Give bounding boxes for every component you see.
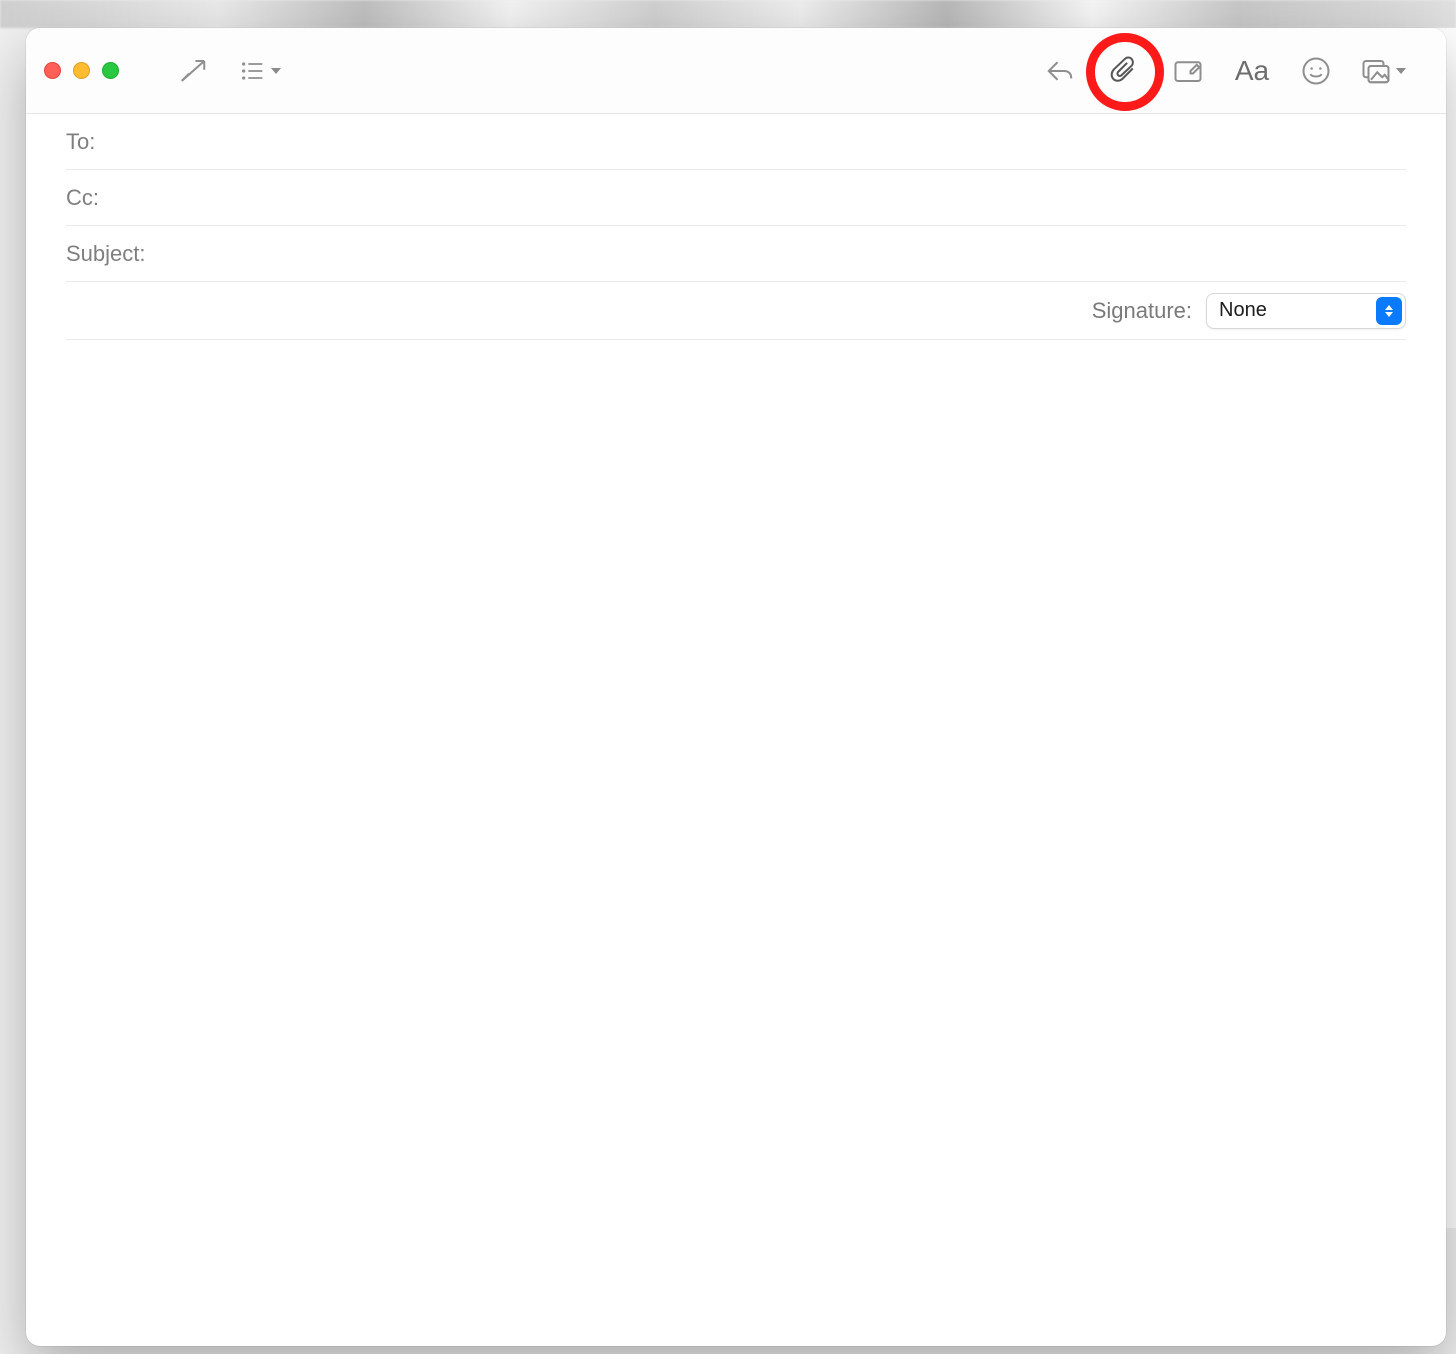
emoji-button[interactable] [1294, 49, 1338, 93]
window-close-button[interactable] [44, 62, 61, 79]
signature-label: Signature: [1092, 298, 1192, 324]
signature-selected-value: None [1219, 299, 1267, 322]
send-icon [178, 56, 208, 86]
reply-icon [1045, 56, 1075, 86]
to-label: To: [66, 129, 95, 155]
subject-field-row: Subject: [66, 226, 1406, 282]
send-button[interactable] [171, 49, 215, 93]
signature-select[interactable]: None [1206, 293, 1406, 329]
markup-icon [1173, 56, 1203, 86]
photo-icon [1360, 56, 1392, 86]
message-body-input[interactable] [66, 360, 1406, 1326]
format-text-icon: Aa [1235, 55, 1269, 87]
header-fields-button[interactable] [235, 49, 285, 93]
background-desktop-strip [0, 0, 1456, 28]
cc-field-row: Cc: [66, 170, 1406, 226]
cc-label: Cc: [66, 185, 99, 211]
format-button[interactable]: Aa [1230, 49, 1274, 93]
signature-row: Signature: None [66, 282, 1406, 340]
chevron-down-icon [1396, 68, 1406, 74]
header-fields: To: Cc: Subject: Signature: None [26, 114, 1446, 340]
cc-input[interactable] [107, 170, 1406, 225]
markup-button[interactable] [1166, 49, 1210, 93]
window-minimize-button[interactable] [73, 62, 90, 79]
attach-button[interactable] [1102, 49, 1146, 93]
reply-button[interactable] [1038, 49, 1082, 93]
window-controls [44, 62, 119, 79]
chevron-down-icon [271, 68, 281, 74]
toolbar: Aa [26, 28, 1446, 114]
to-input[interactable] [103, 114, 1406, 169]
subject-label: Subject: [66, 241, 146, 267]
message-body-area [26, 340, 1446, 1346]
to-field-row: To: [66, 114, 1406, 170]
paperclip-icon [1109, 56, 1139, 86]
photo-browser-button[interactable] [1358, 49, 1408, 93]
window-fullscreen-button[interactable] [102, 62, 119, 79]
subject-input[interactable] [154, 226, 1407, 281]
compose-window: Aa To: Cc: Subject: Signature: None [26, 28, 1446, 1346]
select-stepper-icon [1376, 297, 1402, 325]
emoji-icon [1301, 56, 1331, 86]
list-icon [239, 57, 267, 85]
